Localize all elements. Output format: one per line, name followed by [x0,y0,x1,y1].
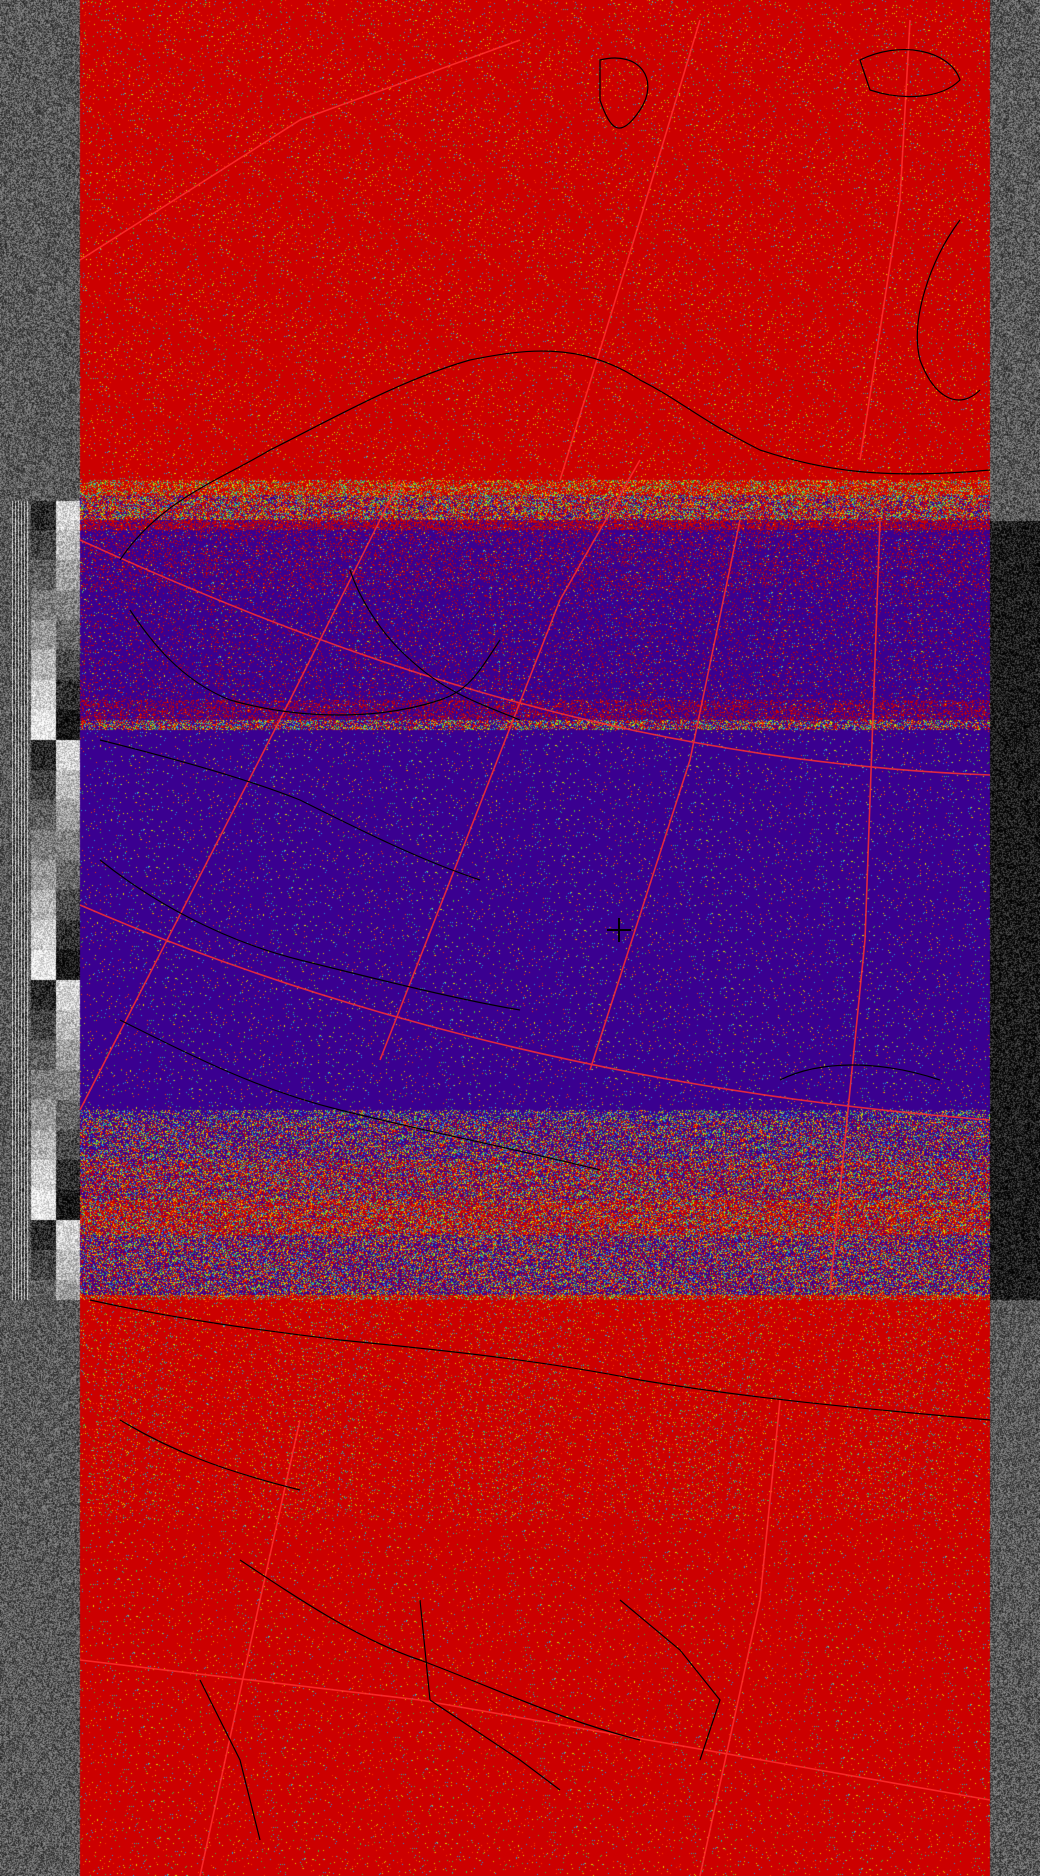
satellite-image [0,0,1040,1876]
image-raster [0,0,1040,1876]
